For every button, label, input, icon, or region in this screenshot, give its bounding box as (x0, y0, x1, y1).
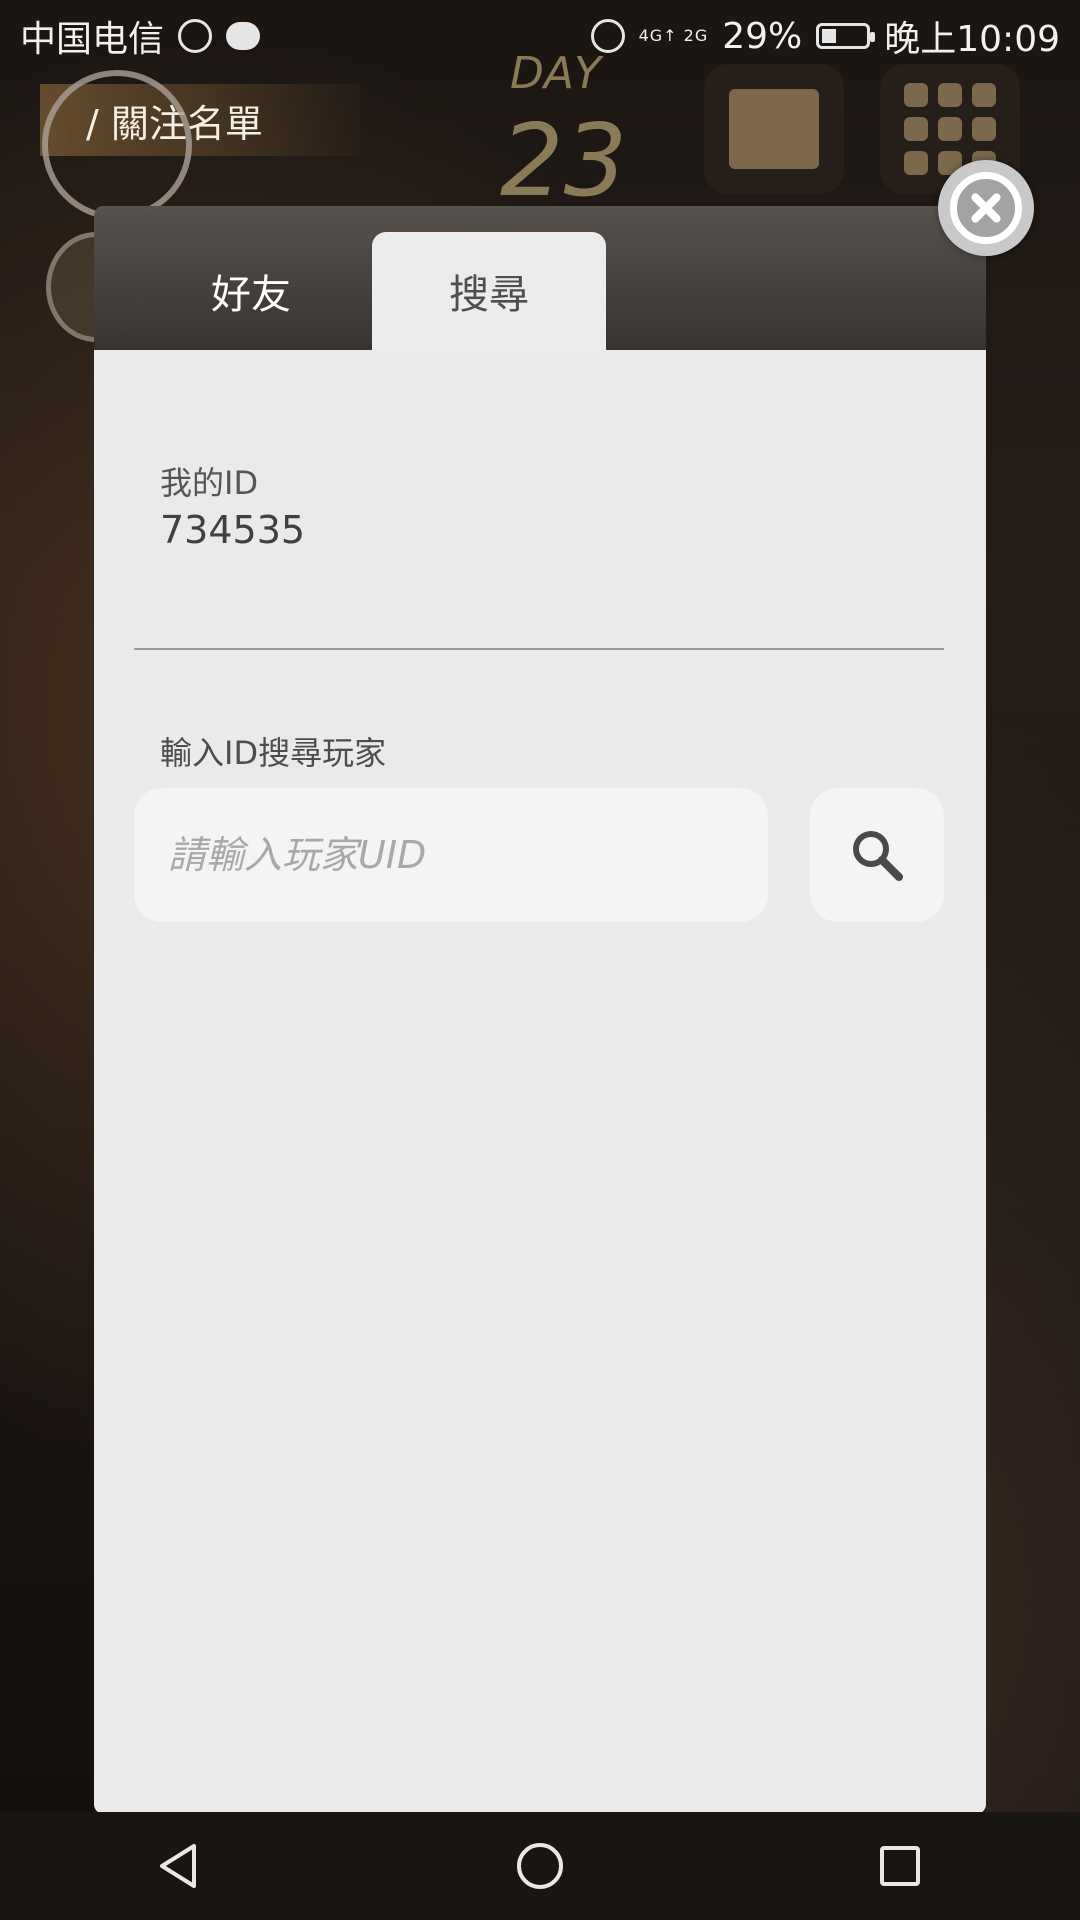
navigation-bar (0, 1812, 1080, 1920)
inventory-button[interactable] (704, 64, 844, 194)
tab-friends[interactable]: 好友 (134, 232, 368, 350)
back-icon (160, 1844, 196, 1888)
day-number: 23 (500, 102, 628, 219)
battery-percent: 29% (722, 15, 803, 57)
close-icon (950, 172, 1022, 244)
home-icon (517, 1843, 563, 1889)
day-label: DAY (510, 48, 601, 99)
search-icon (853, 831, 903, 881)
my-id-label: 我的ID (160, 464, 259, 502)
signal-icon: 4G↑ 2G (638, 26, 709, 45)
status-bar-left: 中国电信 (20, 10, 261, 62)
home-button[interactable] (490, 1816, 590, 1916)
sync-icon (178, 19, 213, 53)
box-icon (729, 89, 819, 169)
my-id-value: 734535 (160, 508, 306, 552)
back-button[interactable] (130, 1816, 230, 1916)
search-player-label: 輸入ID搜尋玩家 (160, 734, 387, 772)
close-button[interactable] (938, 160, 1034, 256)
battery-icon (816, 23, 876, 49)
recents-icon (880, 1846, 920, 1886)
clock: 晚上10:09 (884, 19, 1060, 60)
recents-button[interactable] (850, 1816, 950, 1916)
modal-body: 我的ID 734535 輸入ID搜尋玩家 (94, 350, 986, 1814)
player-avatar[interactable] (42, 70, 192, 220)
chat-notification-icon (226, 22, 261, 50)
status-bar-right: 4G↑ 2G 29% 晚上10:09 (590, 10, 1060, 62)
carrier-name: 中国电信 (20, 19, 165, 60)
divider (134, 648, 944, 650)
tab-search[interactable]: 搜尋 (372, 232, 606, 350)
search-button[interactable] (810, 788, 944, 922)
friends-modal: 好友 搜尋 我的ID 734535 輸入ID搜尋玩家 (94, 206, 986, 1814)
uid-search-input[interactable] (134, 788, 768, 922)
modal-tab-bar: 好友 搜尋 (94, 206, 986, 350)
